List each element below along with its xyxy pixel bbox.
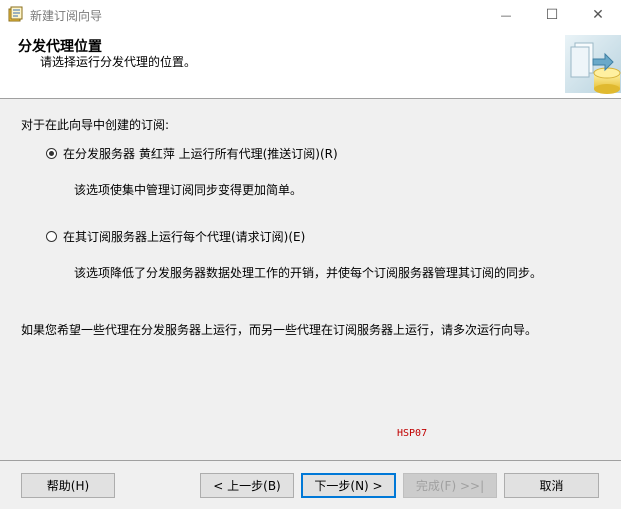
push-subscription-radio[interactable] [46, 148, 57, 159]
option-pull-subscription[interactable]: 在其订阅服务器上运行每个代理(请求订阅)(E) [46, 228, 305, 245]
window-title: 新建订阅向导 [30, 9, 103, 23]
database-agent-icon [565, 35, 621, 94]
back-button[interactable]: < 上一步(B) [200, 473, 294, 498]
help-button[interactable]: 帮助(H) [21, 473, 115, 498]
push-subscription-description: 该选项使集中管理订阅同步变得更加简单。 [74, 183, 303, 197]
wizard-footer: 帮助(H) < 上一步(B) 下一步(N) > 完成(F) >>| 取消 [0, 461, 621, 509]
server-code-label: HSP07 [397, 428, 428, 439]
minimize-button[interactable]: — [483, 0, 529, 30]
pull-subscription-radio[interactable] [46, 231, 57, 242]
maximize-icon: ☐ [545, 7, 559, 23]
wizard-app-icon [8, 6, 23, 22]
title-bar[interactable]: 新建订阅向导 — ☐ ✕ [0, 0, 621, 30]
cancel-button[interactable]: 取消 [504, 473, 599, 498]
intro-text: 对于在此向导中创建的订阅: [21, 118, 170, 132]
multi-run-note: 如果您希望一些代理在分发服务器上运行，而另一些代理在订阅服务器上运行，请多次运行… [21, 323, 538, 337]
wizard-body: 对于在此向导中创建的订阅: 在分发服务器 黄红萍 上运行所有代理(推送订阅)(R… [0, 99, 621, 460]
page-subtitle: 请选择运行分发代理的位置。 [40, 55, 197, 69]
close-button[interactable]: ✕ [575, 0, 621, 30]
close-icon: ✕ [592, 7, 604, 23]
wizard-header: 分发代理位置 请选择运行分发代理的位置。 [0, 30, 621, 98]
minimize-icon: — [500, 8, 512, 22]
push-subscription-label: 在分发服务器 黄红萍 上运行所有代理(推送订阅)(R) [63, 147, 338, 161]
finish-button[interactable]: 完成(F) >>| [403, 473, 497, 498]
next-button[interactable]: 下一步(N) > [301, 473, 396, 498]
pull-subscription-description: 该选项降低了分发服务器数据处理工作的开销，并使每个订阅服务器管理其订阅的同步。 [74, 266, 543, 280]
pull-subscription-label: 在其订阅服务器上运行每个代理(请求订阅)(E) [63, 230, 306, 244]
option-push-subscription[interactable]: 在分发服务器 黄红萍 上运行所有代理(推送订阅)(R) [46, 145, 338, 162]
maximize-button[interactable]: ☐ [529, 0, 575, 30]
